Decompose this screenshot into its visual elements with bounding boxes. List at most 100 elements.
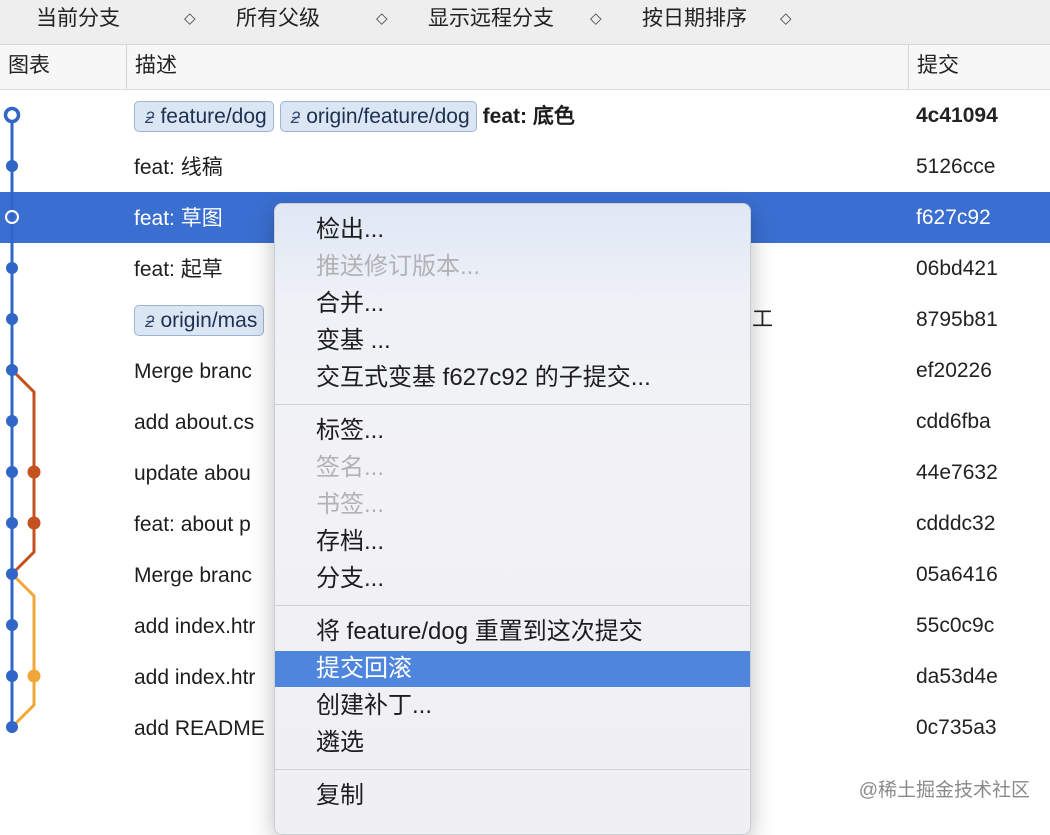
menu-item[interactable]: 分支... [275,561,750,597]
graph-commit-node [6,160,18,172]
commit-description: ƻ origin/mas [134,294,270,345]
menu-separator [275,769,750,770]
commit-graph [3,106,41,733]
watermark: @稀土掘金技术社区 [858,780,1030,801]
commit-row[interactable]: ƻ feature/dog ƻ origin/feature/dog feat: 底色 4… [0,90,1050,141]
branch-tag-label: feature/dog [160,104,267,128]
graph-commit-node [6,415,18,427]
chevron-up-down-icon: ◇ [780,10,792,27]
filter-label: 当前分支 [36,7,120,30]
commit-description: feat: 线稿 [134,141,223,192]
graph-commit-node [27,465,41,479]
graph-head-node [3,106,21,124]
commit-hash: da53d4e [916,665,998,688]
menu-item[interactable]: 创建补丁... [275,688,750,724]
commit-description: ƻ feature/dog ƻ origin/feature/dog feat: 底色 [134,90,575,141]
menu-item[interactable]: 变基 ... [275,323,750,359]
commit-message: feat: 线稿 [134,155,223,179]
commit-description: add README [134,702,265,753]
chevron-up-down-icon: ◇ [184,10,196,27]
commit-description: add about.cs [134,396,254,447]
chevron-up-down-icon: ◇ [590,10,602,27]
menu-item[interactable]: 提交回滚 [275,651,750,687]
graph-commit-node [6,619,18,631]
graph-branch-line [10,572,36,729]
commit-description: Merge branc [134,345,252,396]
commit-message: feat: 底色 [482,104,575,128]
graph-commit-node [6,568,18,580]
menu-separator [275,404,750,405]
commit-hash: cdd6fba [916,410,991,433]
obscured-text-fragment: 工 [752,308,773,331]
commit-message: feat: 起草 [134,257,223,281]
commit-hash: 5126cce [916,155,996,178]
commit-message: feat: 草图 [134,206,223,230]
commit-hash: 55c0c9c [916,614,995,637]
filter-bar: 当前分支 ◇ 所有父级 ◇ 显示远程分支 ◇ 按日期排序 ◇ [0,0,1050,45]
column-header-description[interactable]: 描述 [126,45,908,89]
branch-tag-label: origin/feature/dog [306,104,470,128]
menu-item: 书签... [316,491,385,518]
commit-row[interactable]: feat: 线稿 5126cce [0,141,1050,192]
commit-description: add index.htr [134,651,255,702]
menu-item[interactable]: 存档... [275,524,750,560]
chevron-up-down-icon: ◇ [376,10,388,27]
menu-item: 推送修订版本... [316,253,481,280]
commit-hash: cdddc32 [916,512,996,535]
commit-hash: f627c92 [916,206,991,229]
menu-item[interactable]: 合并... [275,286,750,322]
graph-commit-node [6,262,18,274]
menu-item[interactable]: 复制 [275,778,750,814]
column-header: 图表 描述 提交 [0,45,1050,90]
commit-description: feat: 起草 [134,243,223,294]
branch-tag[interactable]: ƻ origin/mas [134,304,265,336]
commit-hash: 8795b81 [916,308,998,331]
column-header-graph[interactable]: 图表 [0,45,126,89]
commit-description: feat: 草图 [134,192,223,243]
filter-branch-select[interactable]: 当前分支 ◇ [36,0,196,40]
branch-tag[interactable]: ƻ feature/dog [134,100,274,132]
menu-separator [275,605,750,606]
graph-commit-node [6,313,18,325]
filter-parents-select[interactable]: 所有父级 ◇ [236,0,388,40]
filter-remote-branches-select[interactable]: 显示远程分支 ◇ [428,0,602,40]
menu-item[interactable]: 交互式变基 f627c92 的子提交... [275,360,750,396]
menu-item[interactable]: 将 feature/dog 重置到这次提交 [275,614,750,650]
commit-hash: 0c735a3 [916,716,997,739]
branch-icon: ƻ [145,107,155,127]
menu-item: 签名... [316,454,385,481]
graph-commit-node [6,517,18,529]
commit-description: Merge branc [134,549,252,600]
commit-hash: 4c41094 [916,104,998,127]
commit-message: add README [134,716,265,740]
commit-message: feat: about p [134,512,251,536]
graph-commit-node [6,670,18,682]
commit-description: add index.htr [134,600,255,651]
branch-icon: ƻ [290,107,301,127]
graph-commit-node [27,669,41,683]
filter-sort-select[interactable]: 按日期排序 ◇ [642,0,792,40]
menu-item[interactable]: 遴选 [275,725,750,761]
column-header-commit[interactable]: 提交 [908,45,1050,89]
graph-commit-node [27,516,41,530]
graph-commit-node [6,721,18,733]
menu-item[interactable]: 标签... [275,413,750,449]
branch-tag[interactable]: ƻ origin/feature/dog [279,100,477,132]
filter-label: 所有父级 [236,7,320,30]
context-menu: 检出... 推送修订版本... 合并... 变基 ... 交互式变基 f627c92 的… [274,203,751,835]
branch-tag-label: origin/mas [160,308,258,332]
menu-item[interactable]: 检出... [275,212,750,248]
commit-hash: 44e7632 [916,461,998,484]
graph-commit-node [6,364,18,376]
commit-message: add index.htr [134,665,256,689]
commit-message: add index.htr [134,614,256,638]
commit-message: update abou [134,461,251,485]
commit-message: add about.cs [134,410,255,434]
commit-description: update abou [134,447,251,498]
commit-message: Merge branc [134,563,252,587]
commit-hash: 06bd421 [916,257,998,280]
commit-description: feat: about p [134,498,251,549]
branch-icon: ƻ [145,311,155,331]
filter-label: 显示远程分支 [428,7,554,30]
graph-commit-node [6,466,18,478]
